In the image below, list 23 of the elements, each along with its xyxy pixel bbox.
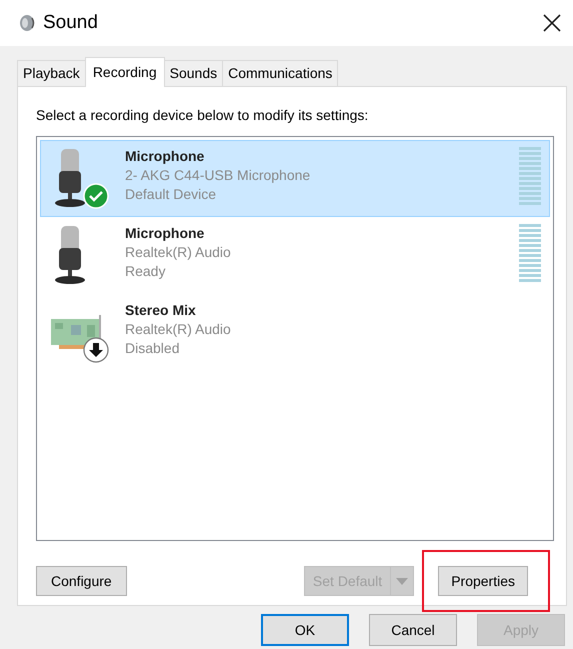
tab[interactable]: Playback — [17, 60, 86, 86]
button[interactable]: OK — [261, 614, 349, 646]
instruction-text: Select a recording device below to modify its settings: — [36, 106, 370, 125]
tab[interactable]: Communications — [222, 60, 338, 86]
caret-icon — [396, 578, 408, 584]
device-name: Microphone — [125, 224, 206, 243]
device-row[interactable]: Microphone 2- AKG C44-USB Microphone Default Device — [40, 140, 550, 217]
tab[interactable]: Recording — [84, 57, 165, 87]
device-detail: 2- AKG C44-USB Microphone — [125, 166, 312, 185]
device-name: Stereo Mix — [125, 301, 197, 320]
device-status: Disabled — [125, 339, 180, 358]
device-row[interactable]: Microphone Realtek(R) Audio Ready — [40, 217, 550, 294]
device-detail: Realtek(R) Audio — [125, 320, 232, 339]
button[interactable]: Configure — [36, 566, 127, 596]
button[interactable]: Properties — [438, 566, 528, 596]
device-name: Microphone — [125, 147, 206, 166]
device-status: Default Device — [125, 185, 218, 204]
device-detail: Realtek(R) Audio — [125, 243, 232, 262]
button[interactable]: Cancel — [369, 614, 457, 646]
device-status: Ready — [125, 262, 166, 281]
window-title: Sound — [43, 10, 99, 35]
close-button[interactable] — [541, 12, 563, 34]
speaker-icon — [18, 13, 36, 33]
